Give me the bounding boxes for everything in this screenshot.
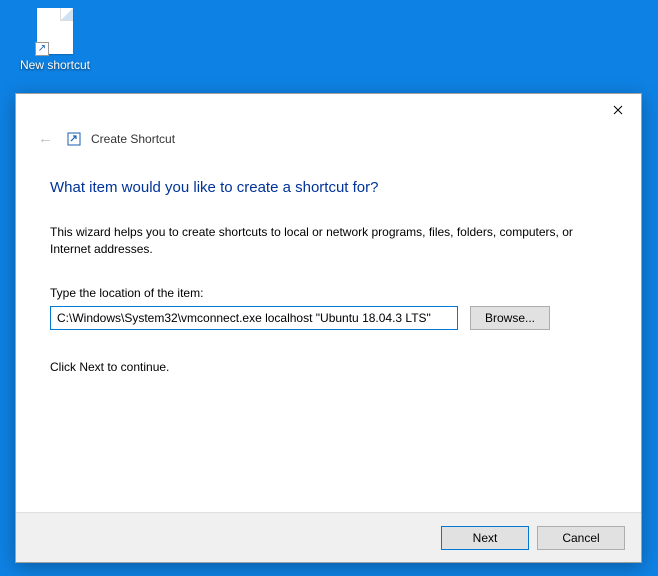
desktop-shortcut-icon[interactable]: ↗ New shortcut [18,8,92,72]
main-heading: What item would you like to create a sho… [50,179,607,196]
wizard-header: ← Create Shortcut [16,126,641,155]
cancel-button[interactable]: Cancel [537,526,625,550]
create-shortcut-dialog: ← Create Shortcut What item would you li… [15,93,642,563]
wizard-title: Create Shortcut [91,132,175,146]
shortcut-arrow-icon: ↗ [35,42,49,56]
location-label: Type the location of the item: [50,286,607,300]
close-icon [613,105,623,115]
browse-button[interactable]: Browse... [470,306,550,330]
desktop-icon-label: New shortcut [18,58,92,72]
titlebar [16,94,641,126]
back-arrow-icon: ← [34,128,57,149]
shortcut-wizard-icon [67,132,81,146]
location-input[interactable] [50,306,458,330]
next-button[interactable]: Next [441,526,529,550]
location-row: Browse... [50,306,607,330]
file-icon: ↗ [37,8,73,54]
wizard-description: This wizard helps you to create shortcut… [50,224,607,258]
continue-hint: Click Next to continue. [50,360,607,374]
wizard-body: What item would you like to create a sho… [16,155,641,512]
close-button[interactable] [595,95,641,125]
wizard-footer: Next Cancel [16,512,641,562]
